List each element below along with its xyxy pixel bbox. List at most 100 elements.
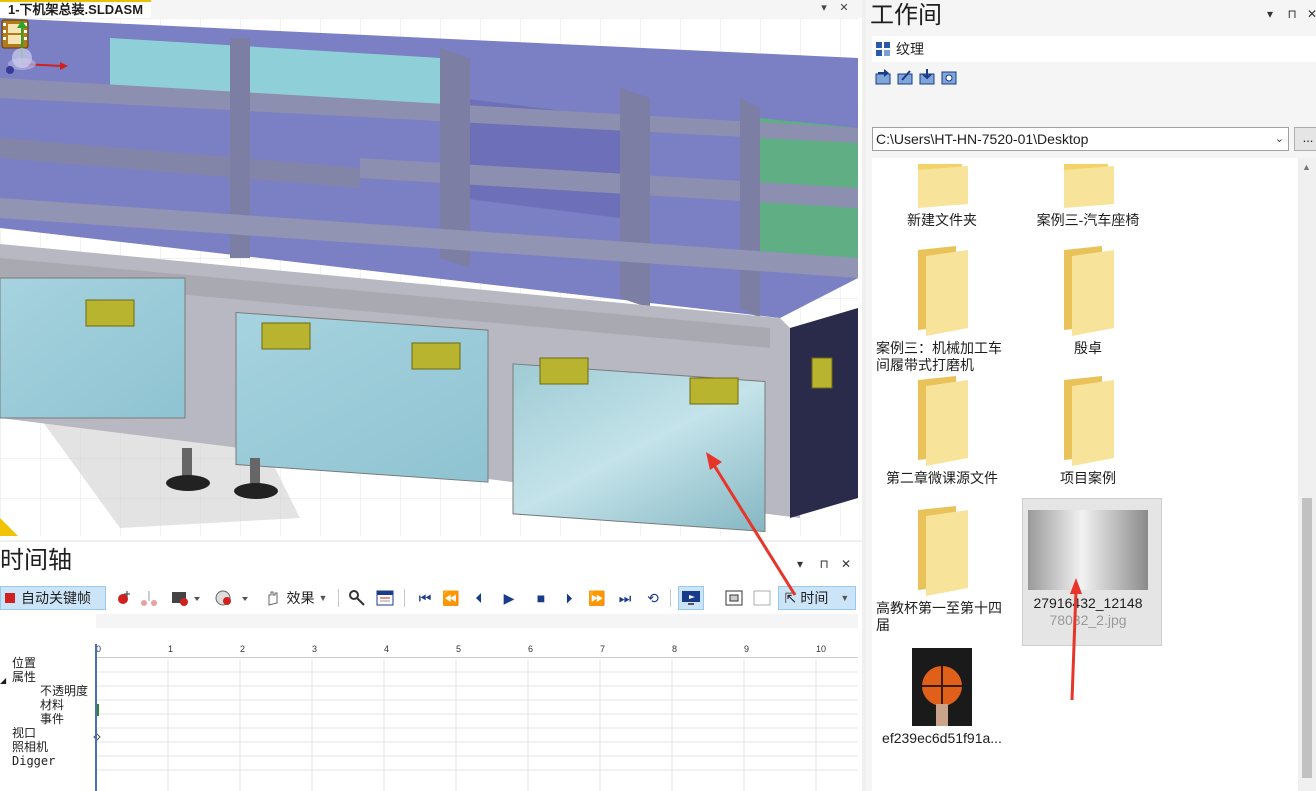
browse-button[interactable]: ... <box>1294 127 1316 151</box>
loop-icon[interactable]: ⟲ <box>642 586 664 610</box>
path-animation-icon[interactable] <box>138 586 160 610</box>
folder-item[interactable]: 项目案例 <box>1018 376 1158 487</box>
toolbar-divider <box>670 589 671 607</box>
timeline-track-label[interactable]: 不透明度 <box>40 684 88 698</box>
folder-item[interactable]: 案例三-汽车座椅 <box>1018 164 1158 229</box>
key-properties-icon[interactable] <box>346 586 368 610</box>
folder-item[interactable]: 新建文件夹 <box>872 164 1012 229</box>
tab-close-icon[interactable]: ✕ <box>836 0 852 16</box>
camera-record-icon[interactable] <box>168 586 202 610</box>
folder-name: 项目案例 <box>1060 470 1116 486</box>
folder-item[interactable]: 高教杯第一至第十四届 <box>872 506 1012 634</box>
timeline-dropdown-icon[interactable]: ▾ <box>792 556 808 572</box>
workspace-panel: 工作间 ▾ ⊓ ✕ 纹理 C:\Users\HT-HN-7520-01\Desk… <box>866 0 1316 791</box>
timeline-toolbar: 自动关键帧 效果 ▼ ⏮ ⏪ ⏴ ▶ ■ ⏵ ⏩ ⏭ ⟲ ⇱ 时间 ▼ <box>0 584 862 612</box>
workspace-dropdown-icon[interactable]: ▾ <box>1262 6 1278 22</box>
play-icon[interactable]: ▶ <box>498 586 520 610</box>
image-file-name-line1: 27916432_12148 <box>1033 595 1143 611</box>
scrollbar-thumb[interactable] <box>1302 498 1312 778</box>
playhead[interactable] <box>95 644 97 791</box>
document-tab[interactable]: 1-下机架总装.SLDASM <box>0 0 152 18</box>
add-keyframe-icon[interactable] <box>114 586 134 610</box>
folder-item[interactable]: 第二章微课源文件 <box>872 376 1012 487</box>
texture-label: 纹理 <box>896 41 924 57</box>
ruler-tick-label: 7 <box>600 644 606 654</box>
timeline-track-area[interactable]: 0 1 2 3 4 5 6 7 8 9 10 位置 属性 不透明度 材料 事件 视口 照相机 Digger ◢ <box>0 614 858 791</box>
record-icon <box>5 593 15 603</box>
hand-icon <box>268 591 278 606</box>
path-combobox[interactable]: C:\Users\HT-HN-7520-01\Desktop ⌄ <box>872 127 1289 151</box>
3d-scene-viewport[interactable] <box>0 18 858 536</box>
folder-name: 新建文件夹 <box>907 212 977 228</box>
folder-icon <box>1064 164 1114 208</box>
timeline-track-label[interactable]: 事件 <box>40 712 64 726</box>
ruler-tick-label: 2 <box>240 644 246 654</box>
texture-grid-icon <box>876 42 890 56</box>
path-caret-icon[interactable]: ⌄ <box>1275 128 1284 150</box>
file-browser[interactable]: 新建文件夹 案例三-汽车座椅 案例三：机械加工车间履带式打磨机 殷卓 第二章微课… <box>872 158 1302 791</box>
auto-keyframe-button[interactable]: 自动关键帧 <box>0 586 106 610</box>
animation-library-icon[interactable] <box>374 586 396 610</box>
apply-texture-icon[interactable] <box>874 68 892 86</box>
import-texture-icon[interactable] <box>918 68 936 86</box>
go-to-start-icon[interactable]: ⏮ <box>414 586 436 610</box>
ruler-tick-label: 10 <box>816 644 827 654</box>
expand-triangle-icon[interactable]: ◢ <box>0 676 6 685</box>
folder-icon <box>918 164 968 208</box>
toolbar-divider <box>404 589 405 607</box>
tab-dropdown-icon[interactable]: ▾ <box>816 0 832 16</box>
ruler-tick-label: 4 <box>384 644 390 654</box>
time-mode-dropdown[interactable]: ⇱ 时间 ▼ <box>778 586 856 610</box>
go-to-end-icon[interactable]: ⏭ <box>614 586 636 610</box>
monitor-sync-icon[interactable] <box>678 586 704 610</box>
timeline-close-icon[interactable]: ✕ <box>838 556 854 572</box>
fast-forward-icon[interactable]: ⏩ <box>586 586 608 610</box>
timeline-title: 时间轴 <box>0 546 72 574</box>
timeline-track-label[interactable]: 材料 <box>40 698 64 712</box>
folder-icon <box>918 246 968 336</box>
image-file-item[interactable]: ef239ec6d51f91a... <box>872 648 1012 747</box>
folder-icon <box>1064 246 1114 336</box>
axis-triad-icon[interactable] <box>0 18 70 82</box>
path-row: C:\Users\HT-HN-7520-01\Desktop ⌄ ... <box>872 127 1316 151</box>
toolbar-divider <box>338 589 339 607</box>
timeline-track-label[interactable]: 位置 <box>12 656 36 670</box>
step-forward-icon[interactable]: ⏵ <box>558 586 580 610</box>
zoom-fit-icon[interactable] <box>722 586 746 610</box>
folder-name: 案例三：机械加工车间履带式打磨机 <box>876 340 1002 373</box>
timeline-track-label[interactable]: 照相机 <box>12 740 48 754</box>
timeline-track-label[interactable]: Digger <box>12 754 55 768</box>
time-caret-icon: ▼ <box>840 593 850 603</box>
texture-camera-icon[interactable] <box>940 68 958 86</box>
scroll-up-icon[interactable]: ▲ <box>1302 162 1311 172</box>
viewport-panel: 1-下机架总装.SLDASM ▾ ✕ <box>0 0 862 540</box>
timeline-pin-icon[interactable]: ⊓ <box>816 556 832 572</box>
folder-name: 第二章微课源文件 <box>886 470 998 486</box>
timeline-track-label[interactable]: 视口 <box>12 726 36 740</box>
folder-icon <box>1064 376 1114 466</box>
folder-name: 高教杯第一至第十四届 <box>876 600 1002 633</box>
workspace-pin-icon[interactable]: ⊓ <box>1284 6 1300 22</box>
workspace-close-icon[interactable]: ✕ <box>1304 6 1316 22</box>
cursor-arrow-icon: ⇱ <box>784 589 797 606</box>
apply-texture-part-icon[interactable] <box>896 68 914 86</box>
folder-item[interactable]: 案例三：机械加工车间履带式打磨机 <box>872 246 1012 374</box>
explode-effect-icon[interactable] <box>212 586 250 610</box>
texture-category-selector[interactable]: 纹理 <box>872 36 1316 62</box>
effects-dropdown[interactable]: 效果 ▼ <box>256 586 334 610</box>
ruler-tick-label: 9 <box>744 644 750 654</box>
assembly-model-render <box>0 18 858 536</box>
auto-keyframe-label: 自动关键帧 <box>21 590 91 606</box>
texture-toolbar <box>874 68 958 90</box>
rewind-icon[interactable]: ⏪ <box>440 586 462 610</box>
file-browser-scrollbar[interactable]: ▲ <box>1298 158 1316 791</box>
timeline-grid <box>93 614 858 791</box>
zoom-selection-icon[interactable] <box>750 586 774 610</box>
step-back-icon[interactable]: ⏴ <box>468 586 490 610</box>
image-file-item[interactable]: 27916432_12148 78032_2.jpg <box>1018 510 1158 629</box>
stop-icon[interactable]: ■ <box>530 586 552 610</box>
timeline-track-label[interactable]: 属性 <box>12 670 36 684</box>
folder-item[interactable]: 殷卓 <box>1018 246 1158 357</box>
time-ruler[interactable]: 0 1 2 3 4 5 6 7 8 9 10 <box>96 644 858 658</box>
ruler-tick-label: 8 <box>672 644 678 654</box>
